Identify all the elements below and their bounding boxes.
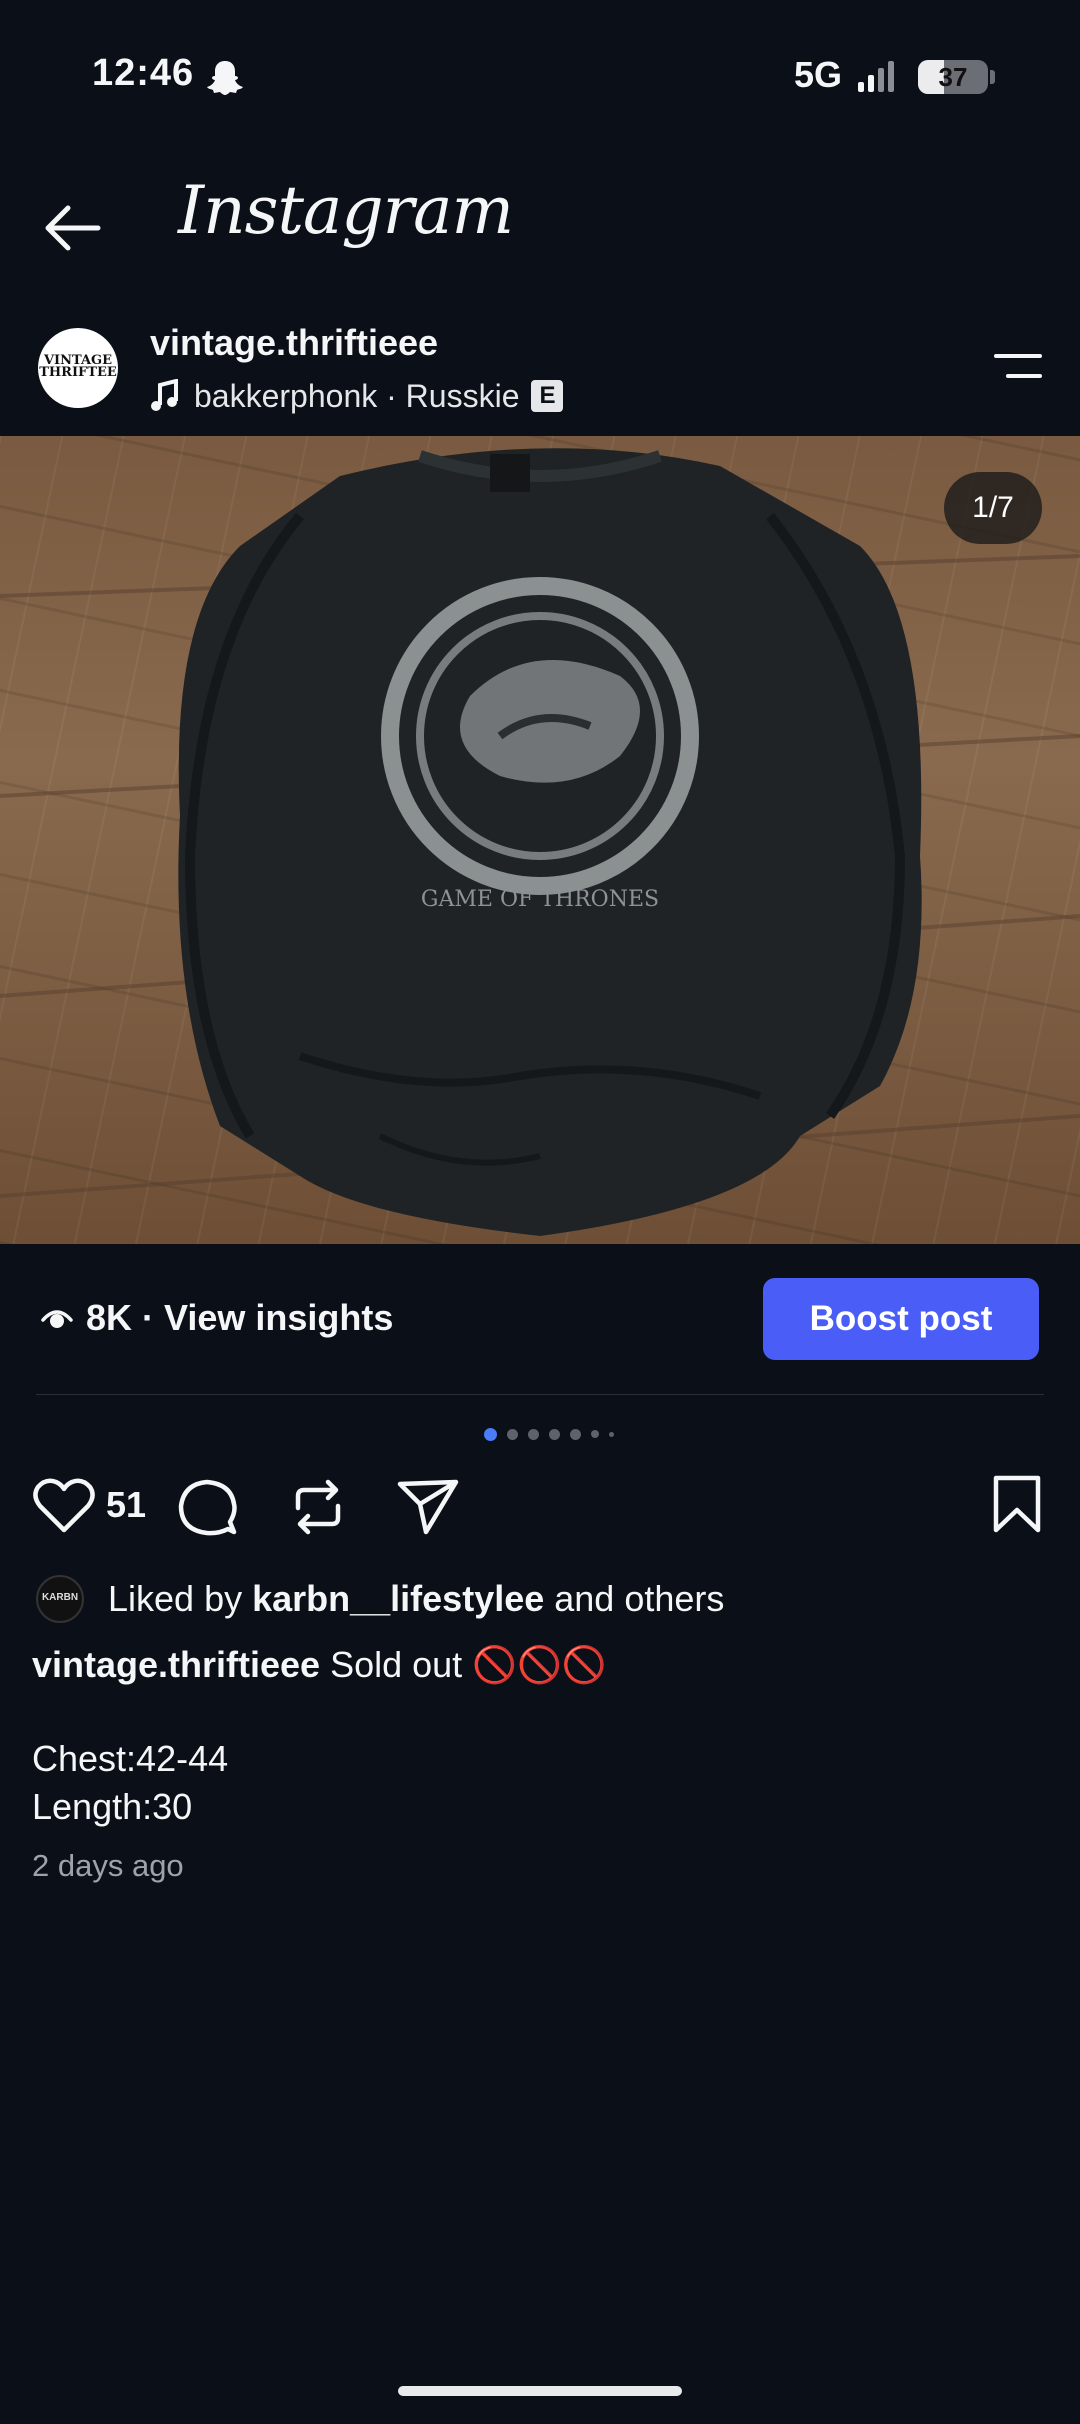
status-time: 12:46: [92, 52, 195, 94]
snapchat-ghost-icon: [207, 61, 243, 95]
network-type: 5G: [794, 54, 843, 95]
explicit-badge: E: [531, 380, 564, 412]
send-icon[interactable]: [396, 1476, 460, 1536]
battery-indicator: 37: [918, 60, 988, 94]
eye-icon: [41, 1310, 73, 1328]
carousel-dot: [570, 1428, 581, 1440]
boost-post-button[interactable]: Boost post: [763, 1278, 1039, 1360]
liker-avatar[interactable]: KARBN: [36, 1575, 84, 1623]
instagram-wordmark: Instagram: [178, 172, 514, 249]
carousel-dot: [609, 1431, 614, 1437]
divider: [36, 1394, 1044, 1395]
liker-avatar-logo-text: KARBN: [41, 1592, 79, 1603]
music-attribution[interactable]: bakkerphonk · Russkie E: [150, 374, 564, 418]
home-indicator[interactable]: [398, 2386, 682, 2396]
carousel-dot: [549, 1428, 560, 1440]
signal-icon: [858, 61, 894, 92]
music-label: bakkerphonk · Russkie: [194, 377, 520, 414]
carousel-dot: [484, 1427, 497, 1441]
image-counter: 1/7: [944, 472, 1042, 544]
liked-by[interactable]: Liked by karbn__lifestylee and others: [108, 1578, 724, 1620]
comment-icon[interactable]: [176, 1476, 238, 1538]
post-screen: 12:46 5G 37 Instagram VINTAGE THRIFTEE v…: [0, 0, 1080, 2424]
caption-username[interactable]: vintage.thriftieee: [32, 1644, 320, 1685]
bookmark-icon[interactable]: [990, 1474, 1044, 1534]
music-note-icon: [151, 379, 178, 411]
caption: vintage.thriftieee Sold out 🚫🚫🚫: [32, 1640, 607, 1690]
liked-by-prefix: Liked by: [108, 1578, 253, 1619]
liked-by-suffix: and others: [544, 1578, 725, 1619]
post-timestamp: 2 days ago: [32, 1848, 184, 1883]
battery-percent: 37: [938, 62, 968, 92]
carousel-dot: [507, 1428, 518, 1440]
carousel-dot: [591, 1430, 599, 1438]
caption-emoji: 🚫🚫🚫: [472, 1644, 607, 1685]
battery-tip: [990, 70, 995, 84]
carousel-indicator: [484, 1426, 624, 1442]
liked-by-user[interactable]: karbn__lifestylee: [252, 1578, 544, 1619]
caption-line-length: Length:30: [32, 1786, 193, 1827]
caption-line-chest: Chest:42-44: [32, 1738, 229, 1779]
views-insights-label: 8K · View insights: [86, 1297, 394, 1338]
caption-text: Sold out: [320, 1644, 473, 1685]
avatar[interactable]: VINTAGE THRIFTEE: [38, 328, 118, 408]
repost-icon[interactable]: [290, 1476, 346, 1538]
view-insights-link[interactable]: 8K · View insights: [40, 1296, 393, 1340]
status-bar: 12:46 5G 37: [0, 0, 1080, 150]
post-image[interactable]: GAME OF THRONES: [0, 436, 1080, 1244]
like-count[interactable]: 51: [106, 1484, 146, 1526]
menu-icon[interactable]: [990, 350, 1046, 384]
avatar-logo-text: VINTAGE THRIFTEE: [39, 353, 117, 380]
carousel-dot: [528, 1428, 539, 1440]
heart-icon[interactable]: [32, 1476, 96, 1534]
arrow-left-icon[interactable]: [40, 198, 104, 258]
shirt-photo: GAME OF THRONES: [0, 448, 1080, 1236]
post-username[interactable]: vintage.thriftieee: [150, 322, 438, 364]
shirt-print-text: GAME OF THRONES: [421, 887, 659, 912]
